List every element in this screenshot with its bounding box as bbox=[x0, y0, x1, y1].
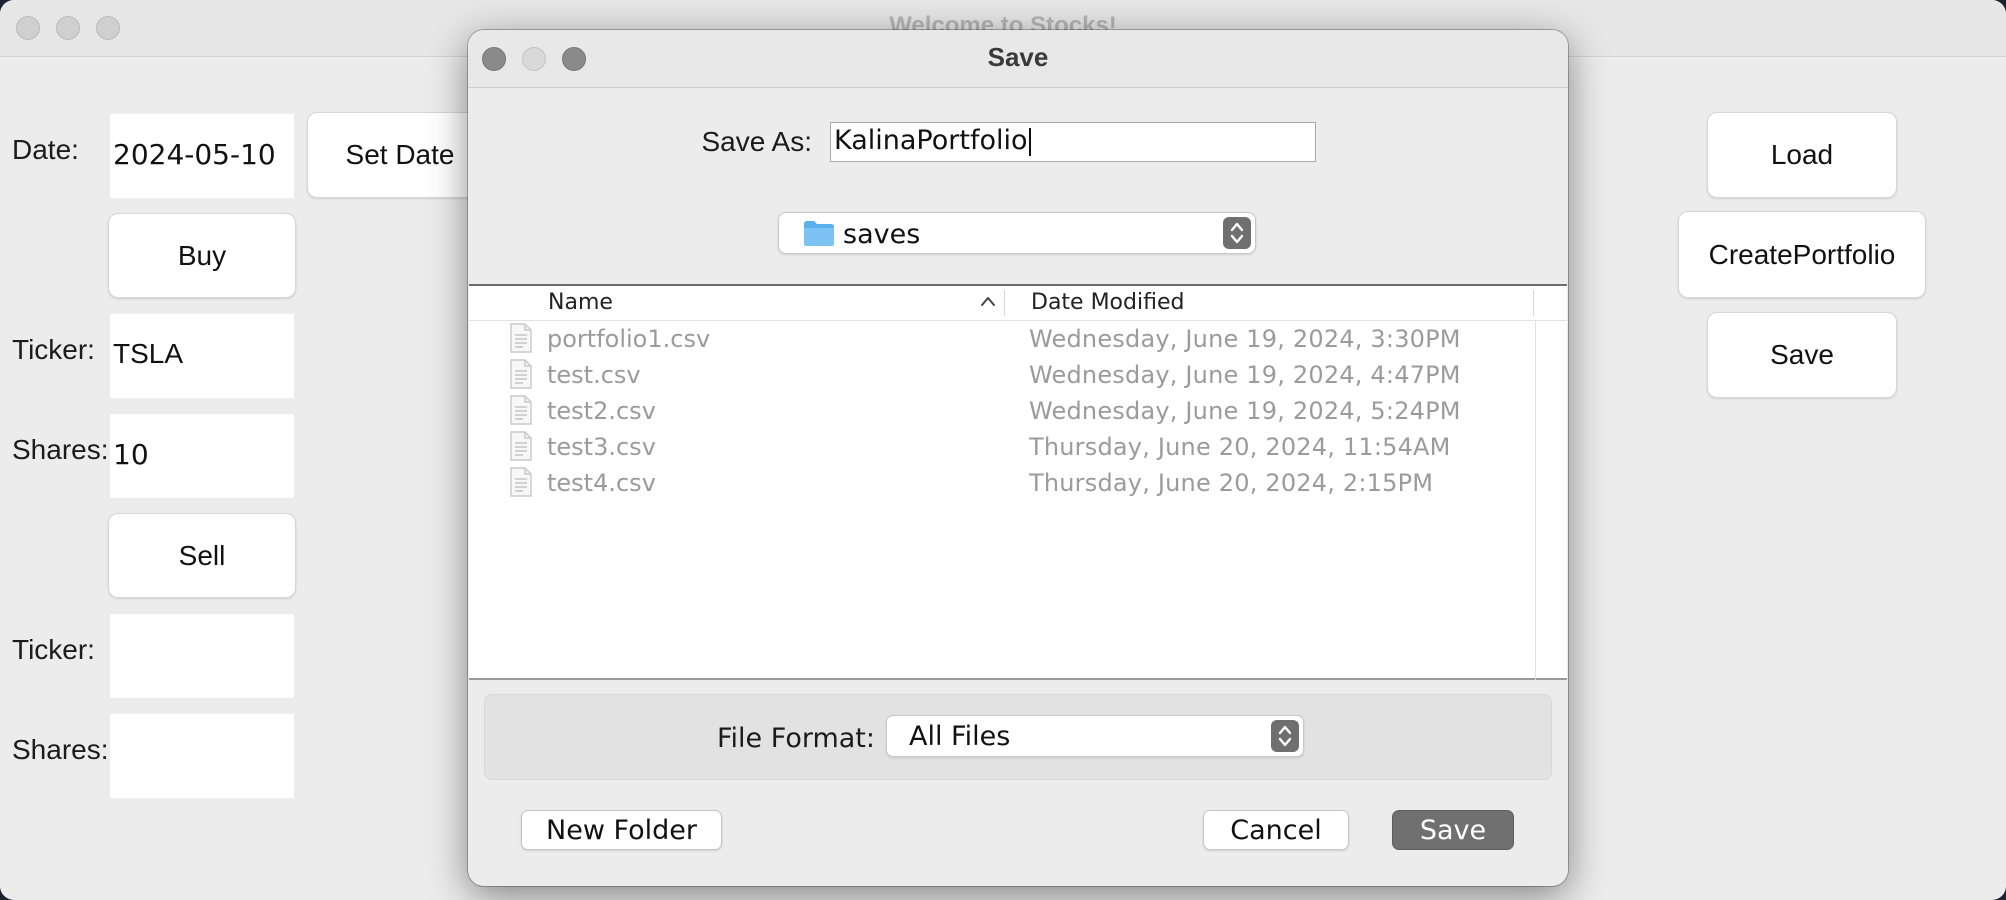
buy-ticker-field[interactable]: TSLA bbox=[110, 314, 294, 398]
chevron-up-icon[interactable] bbox=[979, 294, 997, 313]
create-portfolio-button[interactable]: CreatePortfolio bbox=[1678, 211, 1926, 298]
sell-shares-field[interactable] bbox=[110, 714, 294, 798]
document-icon bbox=[509, 359, 533, 394]
save-as-value: KalinaPortfolio bbox=[834, 125, 1028, 156]
file-format-value: All Files bbox=[909, 721, 1011, 752]
sell-shares-label: Shares: bbox=[12, 734, 109, 765]
file-name: test2.csv bbox=[547, 397, 656, 425]
load-button[interactable]: Load bbox=[1707, 112, 1897, 198]
buy-ticker-label: Ticker: bbox=[12, 334, 95, 365]
column-divider bbox=[1535, 320, 1536, 680]
file-date: Wednesday, June 19, 2024, 3:30PM bbox=[1029, 325, 1461, 353]
sell-button[interactable]: Sell bbox=[108, 513, 296, 598]
column-header-date-modified[interactable]: Date Modified bbox=[1031, 290, 1184, 315]
file-format-label: File Format: bbox=[716, 723, 875, 754]
column-separator bbox=[1004, 290, 1005, 316]
stepper-icon bbox=[1271, 720, 1299, 752]
dialog-titlebar: Save bbox=[468, 30, 1568, 88]
file-format-select[interactable]: All Files bbox=[886, 715, 1304, 757]
location-select[interactable]: saves bbox=[778, 212, 1256, 254]
buy-shares-label: Shares: bbox=[12, 434, 109, 465]
buy-shares-field[interactable]: 10 bbox=[110, 414, 294, 498]
file-list-header: Name Date Modified bbox=[469, 286, 1567, 321]
folder-icon bbox=[803, 219, 835, 252]
file-name: test.csv bbox=[547, 361, 641, 389]
file-name: test3.csv bbox=[547, 433, 656, 461]
file-date: Wednesday, June 19, 2024, 4:47PM bbox=[1029, 361, 1461, 389]
file-format-panel: File Format: All Files bbox=[484, 694, 1552, 780]
save-button[interactable]: Save bbox=[1392, 810, 1514, 850]
file-date: Wednesday, June 19, 2024, 5:24PM bbox=[1029, 397, 1461, 425]
text-caret bbox=[1028, 127, 1031, 156]
save-dialog: Save Save As: KalinaPortfolio saves Name… bbox=[468, 30, 1568, 886]
dialog-title: Save bbox=[987, 42, 1049, 72]
file-row[interactable]: test2.csv Wednesday, June 19, 2024, 5:24… bbox=[469, 393, 1529, 429]
file-row[interactable]: test.csv Wednesday, June 19, 2024, 4:47P… bbox=[469, 357, 1529, 393]
file-row[interactable]: portfolio1.csv Wednesday, June 19, 2024,… bbox=[469, 321, 1529, 357]
document-icon bbox=[509, 323, 533, 358]
main-save-button[interactable]: Save bbox=[1707, 312, 1897, 398]
file-name: test4.csv bbox=[547, 469, 656, 497]
new-folder-button[interactable]: New Folder bbox=[521, 810, 722, 850]
document-icon bbox=[509, 431, 533, 466]
file-row[interactable]: test4.csv Thursday, June 20, 2024, 2:15P… bbox=[469, 465, 1529, 501]
location-label: saves bbox=[843, 219, 921, 250]
document-icon bbox=[509, 395, 533, 430]
file-date: Thursday, June 20, 2024, 2:15PM bbox=[1029, 469, 1434, 497]
file-name: portfolio1.csv bbox=[547, 325, 711, 353]
stepper-icon bbox=[1223, 217, 1251, 249]
cancel-button[interactable]: Cancel bbox=[1203, 810, 1349, 850]
column-header-name[interactable]: Name bbox=[548, 290, 613, 315]
date-label: Date: bbox=[12, 134, 79, 165]
file-date: Thursday, June 20, 2024, 11:54AM bbox=[1029, 433, 1451, 461]
column-separator bbox=[1533, 290, 1534, 316]
save-as-label: Save As: bbox=[701, 126, 812, 157]
sell-ticker-field[interactable] bbox=[110, 614, 294, 698]
save-as-input[interactable]: KalinaPortfolio bbox=[830, 122, 1316, 162]
document-icon bbox=[509, 467, 533, 502]
set-date-button[interactable]: Set Date bbox=[307, 112, 493, 198]
date-field[interactable]: 2024-05-10 bbox=[110, 114, 294, 198]
buy-button[interactable]: Buy bbox=[108, 213, 296, 298]
file-list[interactable]: Name Date Modified portfolio1.csv Wednes… bbox=[469, 284, 1567, 680]
sell-ticker-label: Ticker: bbox=[12, 634, 95, 665]
file-row[interactable]: test3.csv Thursday, June 20, 2024, 11:54… bbox=[469, 429, 1529, 465]
